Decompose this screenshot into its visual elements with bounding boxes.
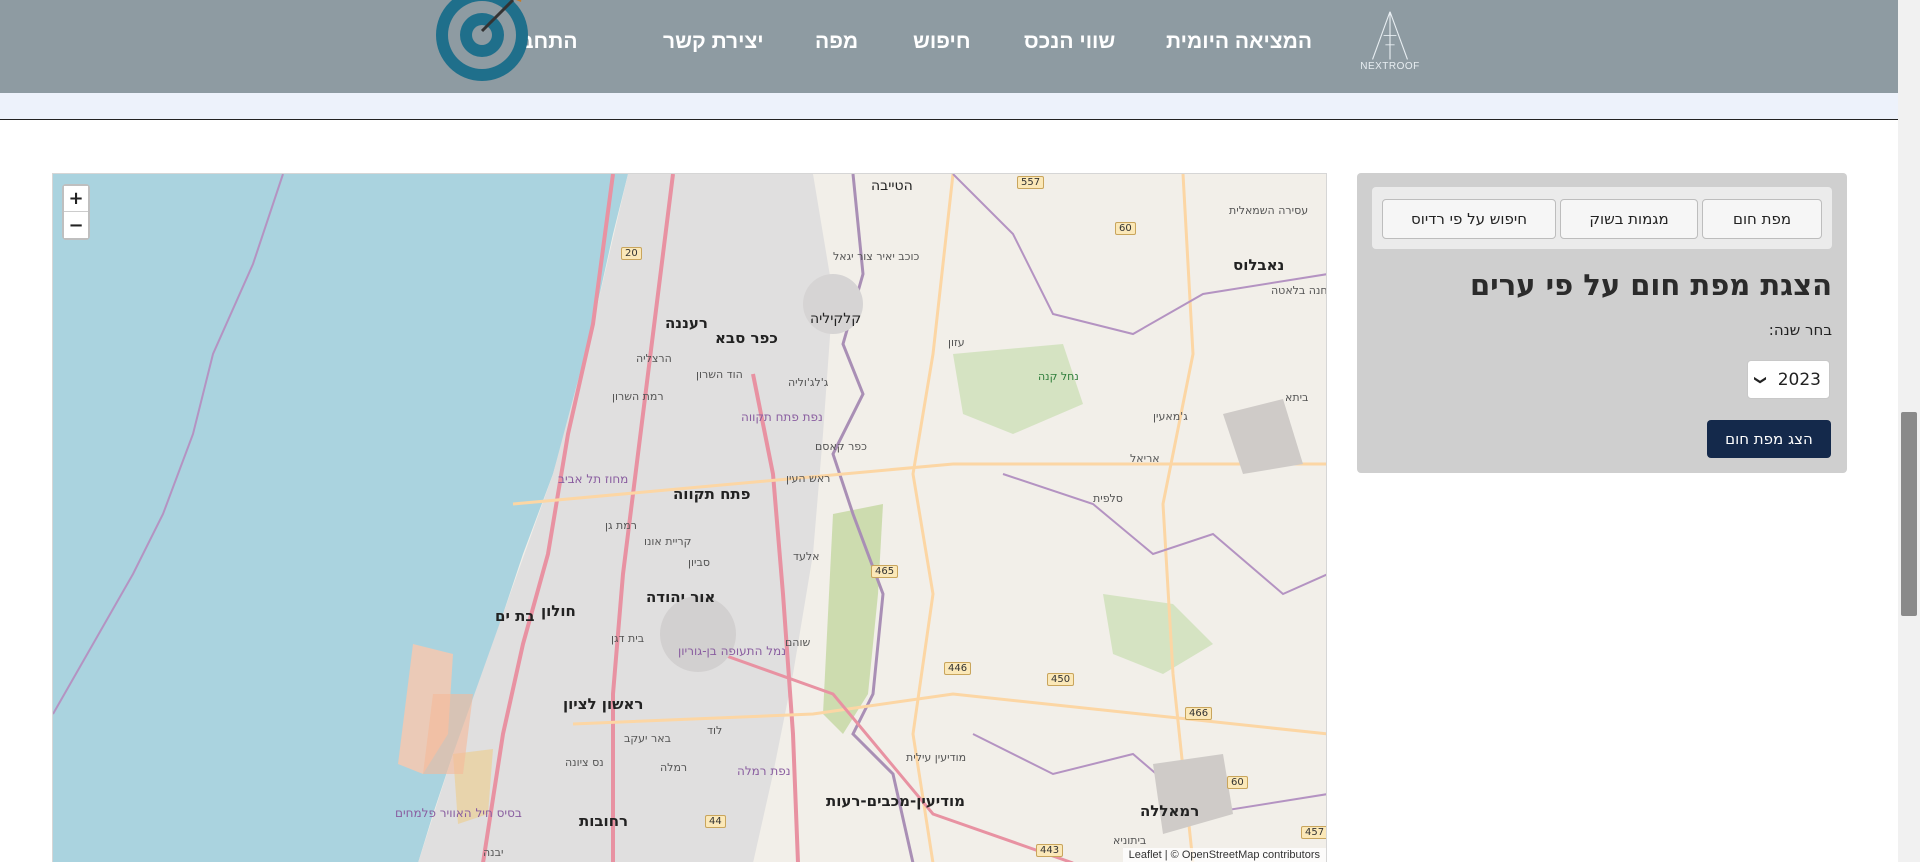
year-label: בחר שנה:	[1768, 321, 1832, 339]
year-select-value: 2023	[1777, 369, 1821, 390]
heatmap-map[interactable]: + − 557 60 20 465 446 450 466 60 44 443 …	[52, 173, 1327, 862]
city-label: פתח תקווה	[673, 485, 751, 503]
city-label: ביתא	[1285, 391, 1309, 404]
tab-heatmap[interactable]: מפת חום	[1702, 199, 1822, 239]
district-label: נפת רמלה	[737, 764, 791, 778]
city-label: קלקיליה	[810, 311, 862, 327]
chevron-down-icon: ❯	[1754, 374, 1769, 385]
scrollbar-thumb[interactable]	[1901, 412, 1917, 616]
sub-header-bar	[0, 93, 1898, 120]
city-label: סלפית	[1093, 492, 1123, 505]
base-label: בסיס חיל האוויר פלמחים	[395, 806, 522, 820]
airport-label: נמל התעופה בן-גוריון	[678, 644, 786, 658]
road-shield: 60	[1115, 222, 1136, 235]
road-shield: 60	[1227, 776, 1248, 789]
show-heatmap-button[interactable]: הצג מפת חום	[1707, 420, 1831, 458]
road-shield: 44	[705, 815, 726, 828]
city-label: ג'לג'וליה	[788, 376, 829, 389]
road-shield: 465	[871, 565, 899, 578]
city-label: הוד השרון	[696, 368, 743, 381]
city-label: בת ים	[495, 607, 535, 625]
page-scrollbar[interactable]	[1898, 0, 1920, 862]
city-label: חולון	[541, 602, 576, 620]
city-label: רמאללה	[1140, 802, 1200, 820]
city-label: הטייבה	[871, 178, 913, 194]
city-label: לוד	[707, 724, 723, 737]
city-label: שוהם	[785, 636, 811, 649]
city-label: אריאל	[1130, 452, 1160, 465]
city-label: רעננה	[665, 314, 708, 332]
district-label: נפת פתח תקווה	[741, 410, 823, 424]
heatmap-panel: מפת חום מגמות בשוק חיפוש על פי רדיוס הצג…	[1357, 173, 1847, 473]
city-label: מחנה בלאטה	[1271, 284, 1327, 297]
panel-tabs: מפת חום מגמות בשוק חיפוש על פי רדיוס	[1372, 187, 1832, 249]
city-label: עסירה השמאלית	[1229, 204, 1309, 217]
reserve-label: נחל קנה	[1038, 370, 1079, 383]
year-select[interactable]: ❯ 2023	[1747, 360, 1830, 399]
city-label: אור יהודה	[646, 588, 716, 606]
zoom-out-button[interactable]: −	[64, 212, 88, 238]
road-shield: 557	[1017, 176, 1045, 189]
zoom-control: + −	[62, 184, 90, 240]
city-label: עזון	[948, 336, 965, 349]
city-label: רמלה	[660, 761, 688, 774]
city-label: נס ציונה	[565, 756, 604, 769]
nav-asset-value[interactable]: שווי הנכס	[1024, 30, 1115, 54]
city-label: הרצליה	[636, 352, 672, 365]
city-label: יבנה	[483, 846, 504, 859]
city-label: ראשון לציון	[563, 695, 644, 713]
city-label: רמת השרון	[612, 390, 664, 403]
tab-radius-search[interactable]: חיפוש על פי רדיוס	[1382, 199, 1556, 239]
city-label: מודיעין-מכבים-רעות	[826, 792, 966, 810]
city-label: ג'מאעין	[1153, 410, 1188, 423]
city-label: באר יעקב	[624, 732, 671, 745]
city-label: רמת גן	[605, 519, 637, 532]
tab-market-trends[interactable]: מגמות בשוק	[1560, 199, 1698, 239]
logo-text: NEXTROOF	[1360, 61, 1420, 72]
nav-search[interactable]: חיפוש	[913, 30, 971, 54]
panel-title: הצגת מפת חום על פי ערים	[1469, 268, 1832, 302]
road-shield: 466	[1185, 707, 1213, 720]
city-label: כוכב יאיר צור יגאל	[833, 250, 920, 263]
road-shield: 20	[621, 247, 642, 260]
zoom-in-button[interactable]: +	[64, 186, 88, 212]
road-shield: 443	[1036, 844, 1064, 857]
city-label: כפר קאסם	[815, 440, 867, 453]
city-label: קריית אונו	[644, 535, 692, 548]
target-icon	[436, 0, 528, 81]
house-logo-icon	[1372, 11, 1408, 60]
city-label: נאבלוס	[1233, 256, 1285, 274]
nextroof-logo[interactable]: NEXTROOF	[1358, 8, 1422, 72]
city-label: מודיעין עילית	[906, 751, 967, 764]
city-label: ביתוניא	[1113, 834, 1147, 847]
city-label: רחובות	[579, 812, 629, 830]
road-shield: 450	[1047, 673, 1075, 686]
road-shield: 457	[1301, 826, 1326, 839]
city-label: כפר סבא	[715, 329, 778, 347]
nav-contact[interactable]: יצירת קשר	[663, 30, 764, 54]
city-label: אלעד	[793, 550, 820, 563]
nav-map[interactable]: מפה	[815, 30, 858, 54]
top-navbar: NEXTROOF המציאה היומית שווי הנכס חיפוש מ…	[0, 0, 1898, 93]
road-shield: 446	[944, 662, 972, 675]
city-label: ראש העין	[786, 472, 831, 485]
map-attribution[interactable]: Leaflet | © OpenStreetMap contributors	[1122, 848, 1326, 862]
district-label: מחוז תל אביב	[558, 472, 629, 486]
city-label: סביון	[688, 556, 710, 569]
nav-daily-deal[interactable]: המציאה היומית	[1166, 30, 1312, 54]
map-tiles	[53, 174, 1326, 862]
city-label: בית דגן	[611, 632, 645, 645]
